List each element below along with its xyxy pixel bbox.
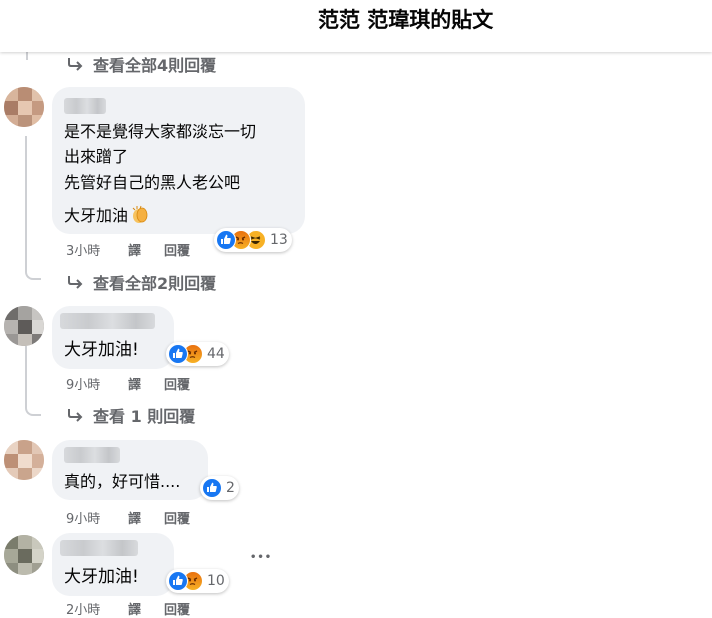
reaction-summary[interactable]: 2 xyxy=(200,476,239,500)
more-options-icon[interactable]: ••• xyxy=(250,552,272,563)
reaction-count: 10 xyxy=(207,573,225,589)
reaction-count: 44 xyxy=(207,346,225,362)
comment-text: 大牙加油! xyxy=(64,340,139,360)
avatar[interactable] xyxy=(4,306,44,346)
thread-line xyxy=(25,346,27,404)
translate-button[interactable]: 譯 xyxy=(128,508,164,527)
thread-line xyxy=(26,150,40,278)
view-replies-label: 查看全部4則回覆 xyxy=(93,56,217,75)
reaction-summary[interactable]: 10 xyxy=(166,569,229,593)
view-replies-link[interactable]: 查看全部2則回覆 xyxy=(67,270,216,294)
commenter-name[interactable] xyxy=(64,447,120,463)
view-replies-label: 查看 1 則回覆 xyxy=(93,407,196,426)
like-reaction-icon xyxy=(168,344,188,364)
commenter-name[interactable] xyxy=(60,540,138,556)
reply-button[interactable]: 回覆 xyxy=(164,599,190,618)
thread-line xyxy=(26,52,28,60)
thread-line xyxy=(25,262,41,280)
reaction-summary[interactable]: 13 xyxy=(214,228,292,252)
comment-text: 出來蹭了 xyxy=(64,147,129,166)
comment-actions: 9小時 譯 回覆 xyxy=(66,508,190,527)
thread-line xyxy=(25,136,27,266)
comment-actions: 3小時 譯 回覆 xyxy=(66,240,190,259)
reaction-summary[interactable]: 44 xyxy=(166,342,229,366)
comment-actions: 9小時 譯 回覆 xyxy=(66,374,190,393)
comment-text: 大牙加油! xyxy=(64,567,139,587)
translate-button[interactable]: 譯 xyxy=(128,599,164,618)
avatar[interactable] xyxy=(4,535,44,575)
reply-arrow-icon xyxy=(68,276,83,289)
post-header: 范范 范瑋琪的貼文 xyxy=(0,0,712,52)
commenter-name[interactable] xyxy=(64,98,106,114)
view-replies-label: 查看全部2則回覆 xyxy=(93,274,217,293)
comment-text-span: 大牙加油 xyxy=(64,206,129,225)
like-reaction-icon xyxy=(202,478,222,498)
comment-timestamp[interactable]: 9小時 xyxy=(66,374,128,393)
reaction-count: 2 xyxy=(226,480,235,496)
comment-text: 真的，好可惜.... xyxy=(64,472,181,491)
post-title: 范范 范瑋琪的貼文 xyxy=(318,8,494,32)
translate-button[interactable]: 譯 xyxy=(128,374,164,393)
comment-text: 先管好自己的黑人老公吧 xyxy=(64,173,241,192)
reply-button[interactable]: 回覆 xyxy=(164,508,190,527)
clapping-hands-icon xyxy=(132,205,148,223)
reply-arrow-icon xyxy=(68,58,83,71)
comment-timestamp[interactable]: 3小時 xyxy=(66,240,128,259)
view-replies-link[interactable]: 查看全部4則回覆 xyxy=(67,52,216,76)
like-reaction-icon xyxy=(168,571,188,591)
thread-line xyxy=(25,398,41,416)
avatar[interactable] xyxy=(4,440,44,480)
like-reaction-icon xyxy=(216,230,236,250)
comment-text: 是不是覺得大家都淡忘一切 xyxy=(64,122,257,141)
comment-timestamp[interactable]: 2小時 xyxy=(66,599,128,618)
comment-actions: 2小時 譯 回覆 xyxy=(66,599,190,618)
reply-button[interactable]: 回覆 xyxy=(164,374,190,393)
reaction-count: 13 xyxy=(270,232,288,248)
avatar[interactable] xyxy=(4,87,44,127)
view-replies-link[interactable]: 查看 1 則回覆 xyxy=(67,403,195,427)
translate-button[interactable]: 譯 xyxy=(128,240,164,259)
reply-arrow-icon xyxy=(68,409,83,422)
comment-timestamp[interactable]: 9小時 xyxy=(66,508,128,527)
commenter-name[interactable] xyxy=(60,313,155,329)
comment-text: 大牙加油 xyxy=(64,204,150,228)
reply-button[interactable]: 回覆 xyxy=(164,240,190,259)
